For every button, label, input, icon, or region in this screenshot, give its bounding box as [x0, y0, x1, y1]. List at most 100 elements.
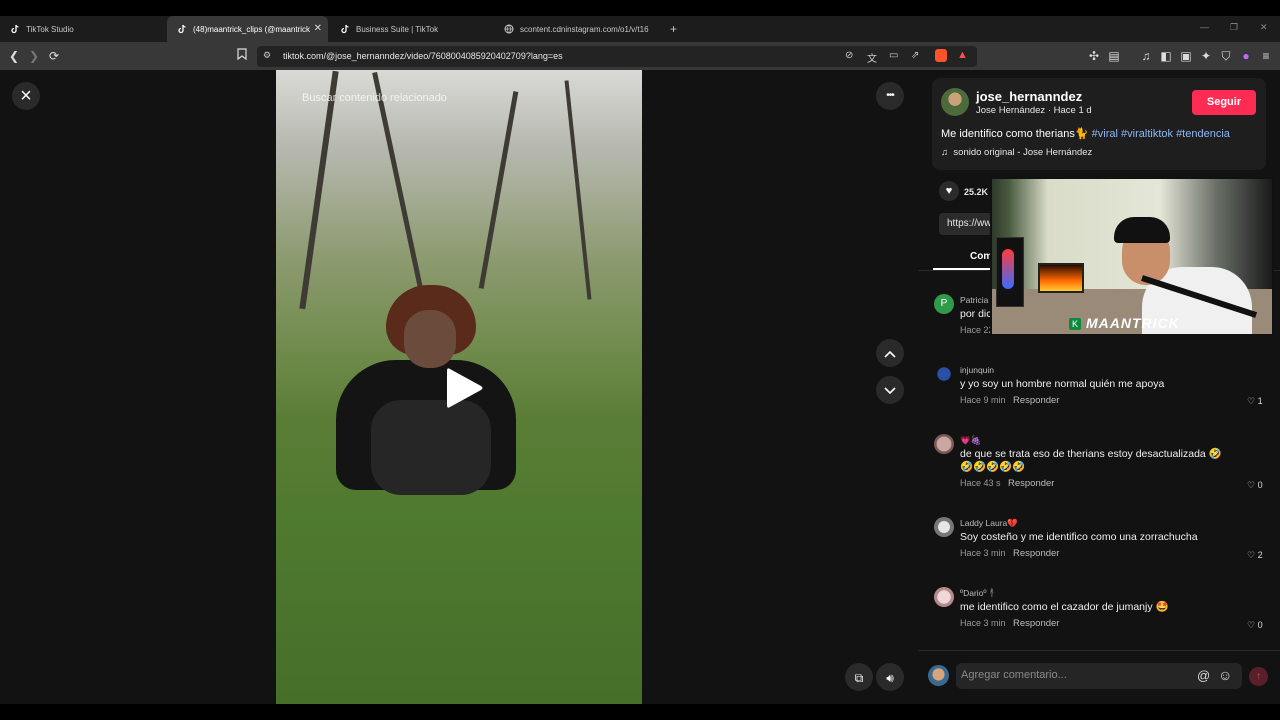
like-button[interactable]: ♥ — [939, 181, 959, 201]
tab-comments[interactable]: Com — [970, 251, 992, 262]
minimize-icon[interactable]: — — [1200, 22, 1209, 32]
sound-label: sonido original - Jose Hernández — [953, 147, 1093, 158]
more-options-button[interactable]: ••• — [876, 82, 904, 110]
comment-author[interactable]: 💗🍇 — [960, 435, 981, 446]
caption-text: Me identifico como therians — [941, 128, 1075, 140]
translate-icon[interactable]: 文 — [867, 50, 877, 65]
tab-tiktok-studio[interactable]: TikTok Studio — [0, 16, 165, 42]
comment-like-count: 0 — [1257, 480, 1263, 490]
arrow-up-icon: ↑ — [1256, 671, 1261, 682]
maantrick-logo-icon: K — [1069, 318, 1081, 330]
chevron-up-icon — [884, 350, 896, 358]
navigation-bar: ❮ ❯ ⟳ ⚙ tiktok.com/@jose_hernanndez/vide… — [0, 42, 1280, 70]
comment-avatar[interactable] — [934, 434, 954, 454]
send-comment-button[interactable]: ↑ — [1249, 667, 1268, 686]
tiktok-icon — [10, 24, 20, 34]
reply-button[interactable]: Responder — [1013, 618, 1059, 629]
sound-link[interactable]: ♫ sonido original - Jose Hernández — [941, 147, 1092, 158]
emoji-icon[interactable]: ☺ — [1218, 667, 1232, 683]
tab-business-suite[interactable]: Business Suite | TikTok — [330, 16, 490, 42]
related-content-text[interactable]: Buscar contenido relacionado — [302, 92, 447, 104]
volume-button[interactable]: 🔊︎ — [876, 663, 904, 691]
comment-like[interactable]: ♡ 0 — [1247, 480, 1263, 491]
tab-label: TikTok Studio — [26, 24, 74, 34]
reply-button[interactable]: Responder — [1008, 478, 1054, 489]
author-username[interactable]: jose_hernanndez — [976, 89, 1082, 104]
tiktok-icon — [177, 24, 187, 34]
play-icon[interactable] — [444, 366, 484, 410]
reply-button[interactable]: Responder — [1013, 548, 1059, 559]
bookmark-icon[interactable] — [234, 48, 250, 64]
reader-off-icon[interactable]: ⊘ — [845, 50, 853, 61]
pip-icon: ⧉ — [854, 671, 864, 685]
brave-rewards-icon[interactable]: ▲ — [957, 49, 968, 61]
menu-icon[interactable]: ≡ — [1258, 48, 1274, 64]
share-icon[interactable]: ⇗ — [911, 50, 919, 61]
comment-avatar[interactable] — [934, 364, 954, 384]
heart-outline-icon: ♡ — [1247, 550, 1256, 560]
hashtag-link[interactable]: #tendencia — [1176, 128, 1230, 140]
comment-time: Hace 22 — [960, 325, 994, 335]
comment-author[interactable]: injunquin — [960, 365, 994, 375]
heart-icon: ♥ — [945, 185, 953, 197]
author-avatar[interactable] — [941, 88, 969, 116]
reload-icon[interactable]: ⟳ — [46, 48, 62, 64]
comment-like-count: 1 — [1257, 396, 1263, 406]
tab-instagram-cdn[interactable]: scontent.cdninstagram.com/o1/v/t16 — [494, 16, 654, 42]
wallet-icon[interactable]: ▣ — [1178, 48, 1194, 64]
hashtag-link[interactable]: #viral — [1092, 128, 1118, 140]
mention-icon[interactable]: @ — [1197, 668, 1210, 683]
comment-like[interactable]: ♡ 0 — [1247, 620, 1263, 631]
comment-time: Hace 3 min — [960, 548, 1006, 558]
picture-in-picture-button[interactable]: ⧉ — [845, 663, 873, 691]
music-icon[interactable]: ♫ — [1138, 48, 1154, 64]
more-icon: ••• — [886, 90, 894, 101]
tab-search-icon[interactable]: ▤ — [1106, 48, 1122, 64]
comment-author[interactable]: Laddy Laura💔 — [960, 518, 1018, 529]
tab-maantrick-clips[interactable]: (48)maantrick_clips (@maantrick ✕ — [167, 16, 328, 42]
comment-text: Soy costeño y me identifico como una zor… — [960, 531, 1198, 543]
comment-time: Hace 43 s — [960, 478, 1001, 488]
video-frame-detail — [478, 91, 519, 289]
comment-like-count: 0 — [1257, 620, 1263, 630]
comment-avatar[interactable]: P — [934, 294, 954, 314]
comment-author[interactable]: ºDarioº🕴️ — [960, 588, 997, 599]
close-video-button[interactable]: × — [12, 82, 40, 110]
leo-ai-icon[interactable]: ✦ — [1198, 48, 1214, 64]
comment-avatar[interactable] — [934, 587, 954, 607]
reply-button[interactable]: Responder — [1013, 395, 1059, 406]
next-video-button[interactable] — [876, 376, 904, 404]
comment-avatar[interactable] — [934, 517, 954, 537]
video-frame-detail — [299, 70, 339, 310]
comment-like[interactable]: ♡ 2 — [1247, 550, 1263, 561]
webcam-overlay — [990, 177, 1274, 336]
extensions-icon[interactable]: ✣ — [1086, 48, 1102, 64]
heart-outline-icon: ♡ — [1247, 396, 1256, 406]
cast-icon[interactable]: ▭ — [889, 50, 898, 61]
address-bar[interactable]: ⚙ tiktok.com/@jose_hernanndez/video/7608… — [257, 46, 977, 67]
maximize-icon[interactable]: ❐ — [1230, 22, 1238, 33]
new-tab-button[interactable]: + — [660, 16, 680, 42]
comment-author[interactable]: Patricia — [960, 295, 988, 305]
previous-video-button[interactable] — [876, 339, 904, 367]
video-frame-detail — [372, 71, 425, 299]
vpn-icon[interactable]: ⛉ — [1218, 48, 1234, 64]
divider — [918, 650, 1280, 651]
tiktok-icon — [340, 24, 350, 34]
profile-icon[interactable]: ● — [1238, 48, 1254, 64]
brave-shield-icon[interactable] — [935, 49, 947, 62]
close-window-icon[interactable]: ✕ — [1260, 22, 1268, 33]
forward-icon[interactable]: ❯ — [26, 48, 42, 64]
back-icon[interactable]: ❮ — [6, 48, 22, 64]
comment-like[interactable]: ♡ 1 — [1247, 396, 1263, 407]
follow-button[interactable]: Seguir — [1192, 90, 1256, 115]
my-avatar[interactable] — [928, 665, 949, 686]
hashtag-link[interactable]: #viraltiktok — [1121, 128, 1173, 140]
site-settings-icon[interactable]: ⚙ — [263, 50, 271, 61]
comment-like-count: 2 — [1257, 550, 1263, 560]
comment-input-placeholder[interactable]: Agregar comentario... — [961, 669, 1067, 681]
post-caption: Me identifico como therians🐈 #viral #vir… — [941, 127, 1230, 140]
url-text: tiktok.com/@jose_hernanndez/video/760800… — [283, 51, 563, 61]
sidebar-icon[interactable]: ◧ — [1158, 48, 1174, 64]
close-tab-icon[interactable]: ✕ — [314, 23, 322, 34]
